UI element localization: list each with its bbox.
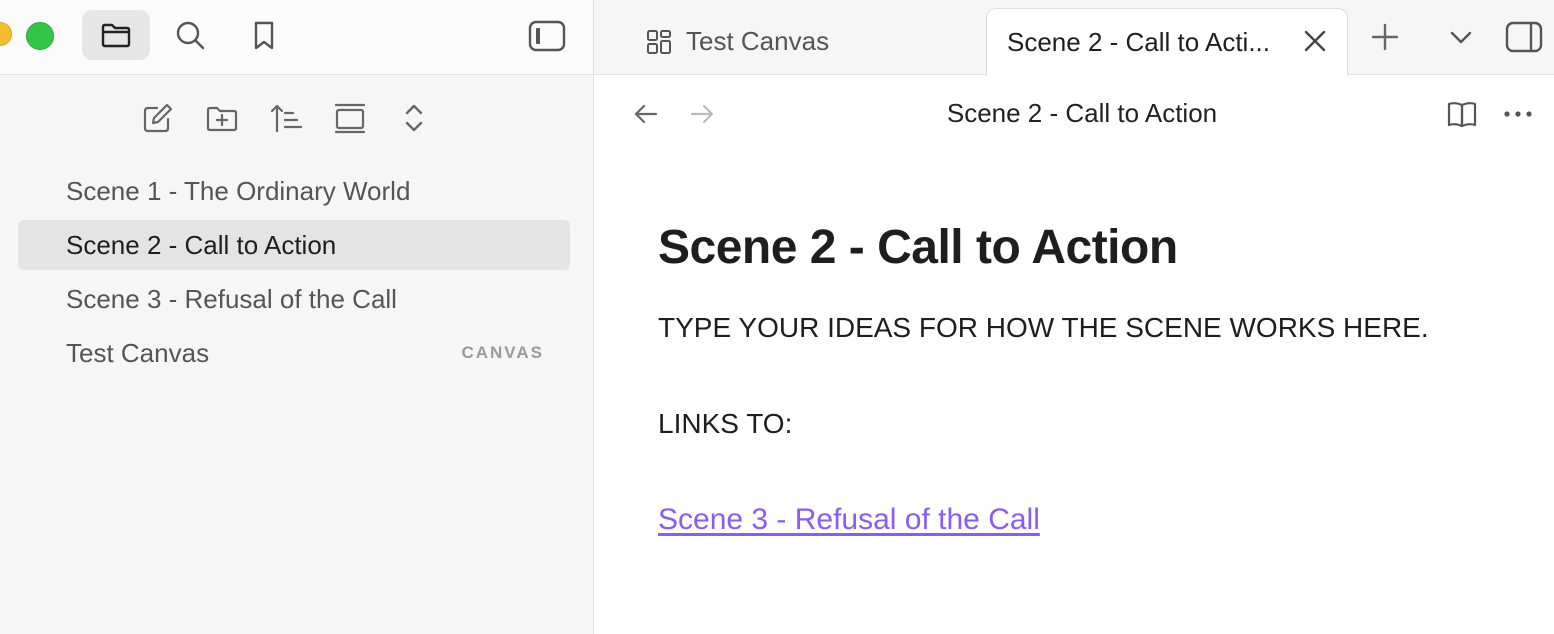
reading-view-button[interactable] — [1444, 96, 1480, 132]
expand-collapse-icon — [405, 104, 423, 132]
close-tab-button[interactable] — [1301, 27, 1329, 55]
zoom-window-button[interactable] — [26, 22, 54, 50]
close-icon — [1304, 30, 1326, 52]
note-heading: Scene 2 - Call to Action — [658, 221, 1178, 274]
internal-link-scene-3[interactable]: Scene 3 - Refusal of the Call — [658, 503, 1040, 536]
left-sidebar: Scene 1 - The Ordinary World Scene 2 - C… — [0, 0, 593, 634]
canvas-icon — [646, 29, 672, 55]
chevron-down-icon — [1450, 31, 1472, 44]
new-note-button[interactable] — [140, 96, 176, 140]
new-note-icon — [143, 103, 173, 133]
file-item-scene-1[interactable]: Scene 1 - The Ordinary World — [18, 166, 570, 216]
more-horizontal-icon — [1504, 111, 1532, 117]
auto-reveal-button[interactable] — [332, 96, 368, 140]
sidebar-header — [0, 0, 593, 75]
file-label: Scene 3 - Refusal of the Call — [66, 283, 397, 314]
note-paragraph: TYPE YOUR IDEAS FOR HOW THE SCENE WORKS … — [658, 312, 1429, 343]
plus-icon — [1371, 23, 1399, 51]
file-label: Test Canvas — [66, 337, 210, 368]
collapse-sidebar-button[interactable] — [526, 17, 568, 55]
sort-icon — [270, 104, 303, 133]
sidebar-right-icon — [1505, 21, 1543, 53]
file-label: Scene 2 - Call to Action — [66, 229, 337, 260]
file-item-scene-2[interactable]: Scene 2 - Call to Action — [18, 220, 570, 270]
bookmark-icon — [254, 21, 274, 50]
view-title[interactable]: Scene 2 - Call to Action — [594, 98, 1554, 129]
sort-order-button[interactable] — [268, 96, 304, 140]
search-tab-button[interactable] — [156, 10, 224, 60]
main-pane: Test Canvas Scene 2 - Call to Acti... Sc… — [594, 0, 1554, 634]
file-item-test-canvas[interactable]: Test Canvas CANVAS — [18, 328, 570, 378]
new-folder-icon — [206, 106, 238, 132]
note-content[interactable]: Scene 2 - Call to Action TYPE YOUR IDEAS… — [658, 218, 1538, 538]
file-explorer-toolbar — [140, 96, 432, 140]
file-label: Scene 1 - The Ordinary World — [66, 175, 411, 206]
minimize-window-button[interactable] — [0, 22, 12, 46]
tab-label: Scene 2 - Call to Acti... — [1007, 27, 1271, 57]
new-tab-button[interactable] — [1366, 18, 1404, 56]
new-folder-button[interactable] — [204, 96, 240, 140]
tab-scene-2[interactable]: Scene 2 - Call to Acti... — [986, 8, 1348, 76]
file-type-badge: CANVAS — [461, 343, 544, 362]
collapse-icon — [334, 103, 366, 134]
app-window: Scene 1 - The Ordinary World Scene 2 - C… — [0, 0, 1554, 634]
tab-label: Test Canvas — [686, 26, 830, 56]
expand-collapse-button[interactable] — [396, 96, 432, 140]
bookmarks-tab-button[interactable] — [230, 10, 298, 60]
tab-list-button[interactable] — [1442, 18, 1480, 56]
search-icon — [176, 21, 205, 50]
view-header: Scene 2 - Call to Action — [594, 76, 1554, 152]
note-paragraph: LINKS TO: — [658, 408, 793, 439]
more-options-button[interactable] — [1500, 96, 1536, 132]
tab-test-canvas[interactable]: Test Canvas — [646, 8, 976, 75]
folder-icon — [101, 23, 131, 48]
tab-bar: Test Canvas Scene 2 - Call to Acti... — [594, 0, 1554, 76]
link-line: Scene 3 - Refusal of the Call — [658, 502, 1538, 538]
file-item-scene-3[interactable]: Scene 3 - Refusal of the Call — [18, 274, 570, 324]
files-tab-button[interactable] — [82, 10, 150, 60]
book-open-icon — [1447, 102, 1477, 128]
file-list: Scene 1 - The Ordinary World Scene 2 - C… — [18, 166, 570, 382]
sidebar-left-icon — [528, 20, 566, 52]
toggle-right-sidebar-button[interactable] — [1502, 18, 1546, 56]
